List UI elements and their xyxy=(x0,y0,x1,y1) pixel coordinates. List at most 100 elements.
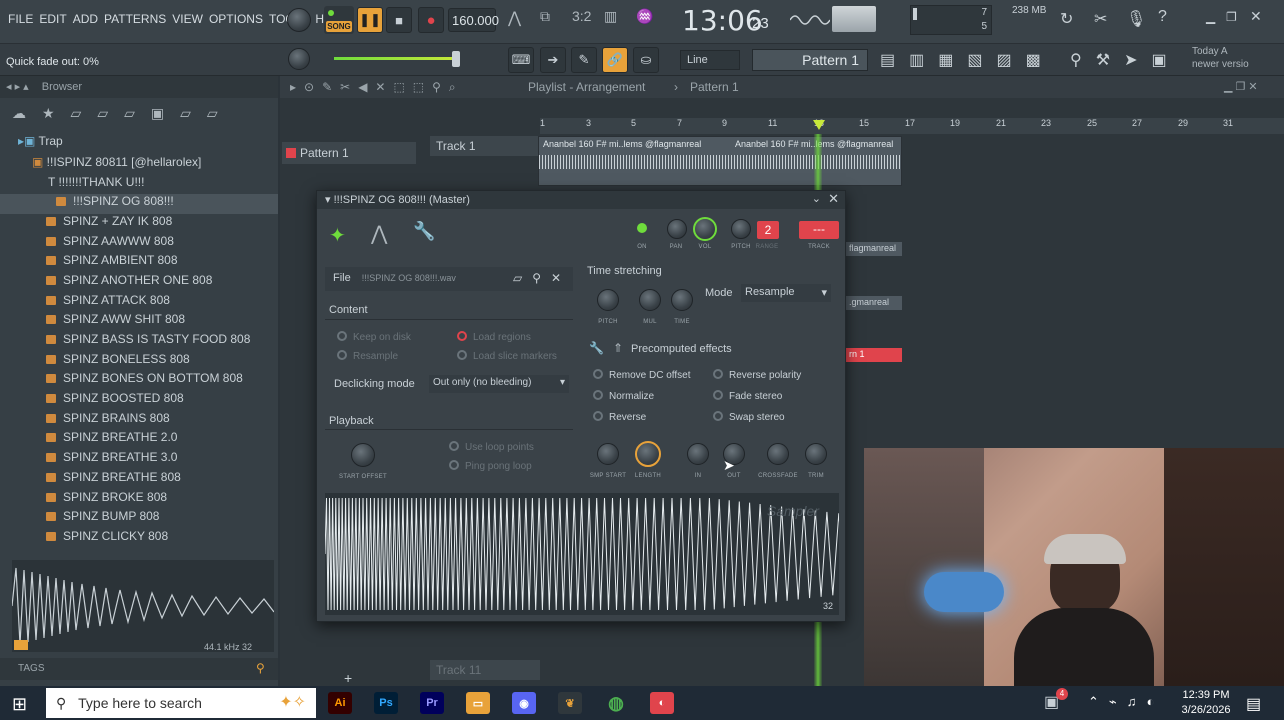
browser-item[interactable]: SPINZ BROKE 808 xyxy=(0,490,278,510)
load-slice-markers-option[interactable]: Load slice markers xyxy=(457,350,557,362)
fade-in-knob[interactable] xyxy=(687,443,709,465)
restore-icon[interactable]: ❐ xyxy=(1226,10,1237,24)
slider-handle[interactable] xyxy=(452,51,460,67)
arrow-button[interactable]: ➔ xyxy=(540,47,566,73)
master-volume-knob[interactable] xyxy=(287,8,311,32)
sampler-envelope-tab-icon[interactable]: ⋀ xyxy=(371,221,387,246)
volume-knob[interactable] xyxy=(693,217,717,241)
wrench-icon[interactable]: 🔧 xyxy=(589,341,604,355)
on-led-icon[interactable] xyxy=(637,223,647,233)
menu-patterns[interactable]: PATTERNS xyxy=(104,12,166,26)
chrome-icon[interactable]: ◍ xyxy=(604,692,628,714)
countdown-icon[interactable]: 3:2 xyxy=(572,8,591,24)
sampler-close-icon[interactable]: ✕ xyxy=(828,191,839,207)
browser-item[interactable]: SPINZ BREATHE 3.0 xyxy=(0,450,278,470)
length-knob[interactable] xyxy=(635,441,661,467)
menu-file[interactable]: FILE xyxy=(8,12,33,26)
sampler-menu-icon[interactable]: ⌄ xyxy=(812,192,821,205)
link-button[interactable]: 🔗 xyxy=(602,47,628,73)
pattern-clip[interactable]: rn 1 xyxy=(846,348,902,362)
browser-filter-icons[interactable]: ☁★▱▱▱▣▱▱ xyxy=(0,102,278,128)
tools-icon[interactable]: ✂ xyxy=(1094,9,1107,29)
taskbar-search[interactable]: ⚲ Type here to search ✦✧ xyxy=(46,688,316,718)
illustrator-icon[interactable]: Ai xyxy=(328,692,352,714)
browser-arrows-icon[interactable]: ◂ ▸ ▴ xyxy=(6,81,29,93)
crossfade-knob[interactable] xyxy=(767,443,789,465)
start-offset-knob[interactable] xyxy=(351,443,375,467)
tempo-display[interactable]: 160.000 xyxy=(448,8,499,32)
system-tray-icons[interactable]: ⌃⌁♫◐ xyxy=(1088,694,1164,710)
browser-item[interactable]: T !!!!!!!THANK U!!! xyxy=(0,175,278,195)
browser-item-selected[interactable]: !!!SPINZ OG 808!!! xyxy=(0,194,278,214)
preview-play-marker[interactable] xyxy=(14,640,28,650)
trim-knob[interactable] xyxy=(805,443,827,465)
metronome-icon[interactable]: ⋀ xyxy=(508,8,521,28)
ts-pitch-knob[interactable] xyxy=(597,289,619,311)
browser-item[interactable]: SPINZ AMBIENT 808 xyxy=(0,253,278,273)
discord-icon[interactable]: ◉ xyxy=(512,692,536,714)
step-edit-icon[interactable]: ▥ xyxy=(604,8,617,25)
arrow-up-icon[interactable]: ⇑ xyxy=(613,341,623,355)
normalize-option[interactable]: Normalize xyxy=(593,390,654,402)
refresh-icon[interactable]: ↻ xyxy=(1060,9,1073,29)
sample-start-knob[interactable] xyxy=(597,443,619,465)
menu-options[interactable]: OPTIONS xyxy=(209,12,263,26)
taskbar-date[interactable]: 3/26/2026 xyxy=(1176,704,1236,716)
clip-side-label[interactable]: flagmanreal xyxy=(846,242,902,256)
search-icon[interactable]: ⚲ xyxy=(256,661,265,675)
audio-clip[interactable]: Ananbel 160 F# mi..lems @flagmanreal Ana… xyxy=(538,136,902,186)
close-app-icon[interactable]: ✕ xyxy=(1250,8,1262,25)
keep-on-disk-option[interactable]: Keep on disk xyxy=(337,331,411,343)
pat-song-toggle[interactable]: SONG xyxy=(324,6,354,34)
collapse-icon[interactable]: ▾ xyxy=(325,194,334,206)
snap-select[interactable]: Line xyxy=(680,50,740,70)
master-pitch-knob[interactable] xyxy=(288,48,310,70)
timeline-ruler[interactable]: 1 3 5 7 9 11 13 15 17 19 21 23 25 27 29 … xyxy=(540,118,1284,134)
browser-item[interactable]: SPINZ BONELESS 808 xyxy=(0,352,278,372)
range-value[interactable]: 2 xyxy=(757,221,779,239)
typing-keyboard-button[interactable]: ⌨ xyxy=(508,47,534,73)
windows-start-icon[interactable]: ⊞ xyxy=(12,694,27,715)
record-button[interactable]: ● xyxy=(418,7,444,33)
remove-dc-offset-option[interactable]: Remove DC offset xyxy=(593,369,691,381)
load-regions-option[interactable]: Load regions xyxy=(457,331,531,343)
browser-item[interactable]: SPINZ BREATHE 2.0 xyxy=(0,430,278,450)
browser-item[interactable]: SPINZ ANOTHER ONE 808 xyxy=(0,273,278,293)
fl-studio-icon[interactable]: ❦ xyxy=(558,692,582,714)
browser-item[interactable]: ▣ !!ISPINZ 80811 [@hellarolex] xyxy=(0,155,278,175)
edit-tool-button[interactable]: ✎ xyxy=(571,47,597,73)
taskbar-time[interactable]: 12:39 PM xyxy=(1180,689,1232,701)
browser-item[interactable]: SPINZ BREATHE 808 xyxy=(0,470,278,490)
minimize-icon[interactable]: ▁ xyxy=(1206,10,1215,24)
pattern-list-item[interactable]: Pattern 1 xyxy=(282,142,416,164)
track-11-header[interactable]: Track 11 xyxy=(430,660,540,680)
browser-item[interactable]: SPINZ BUMP 808 xyxy=(0,509,278,529)
browser-item[interactable]: SPINZ CLICKY 808 xyxy=(0,529,278,549)
resample-option[interactable]: Resample xyxy=(337,350,398,362)
browser-item[interactable]: SPINZ BOOSTED 808 xyxy=(0,391,278,411)
browser-item[interactable]: SPINZ + ZAY IK 808 xyxy=(0,214,278,234)
sampler-misc-tab-icon[interactable]: 🔧 xyxy=(413,221,435,242)
playlist-tools-icons[interactable]: ▸⊙✎✂◀✕⬚⬚⚲⌕ xyxy=(290,80,464,95)
pattern-selector[interactable]: Pattern 1 xyxy=(752,49,868,71)
microphone-icon[interactable]: 🎙 xyxy=(1126,9,1146,29)
notification-center-icon[interactable]: ▤ xyxy=(1246,694,1261,714)
browser-item[interactable]: SPINZ ATTACK 808 xyxy=(0,293,278,313)
swap-stereo-option[interactable]: Swap stereo xyxy=(713,411,785,423)
sampler-titlebar[interactable]: ▾ !!!SPINZ OG 808!!! (Master) ⌄ ✕ xyxy=(317,191,845,209)
track-1-header[interactable]: Track 1 xyxy=(430,136,540,156)
playlist-window-controls-icon[interactable]: ▁ ❐ ✕ xyxy=(1224,80,1258,93)
browser-item[interactable]: SPINZ BONES ON BOTTOM 808 xyxy=(0,371,278,391)
stop-button[interactable]: ■ xyxy=(386,7,412,33)
ts-mul-knob[interactable] xyxy=(639,289,661,311)
master-level-slider[interactable] xyxy=(334,57,458,60)
use-loop-points-option[interactable]: Use loop points xyxy=(449,441,534,453)
file-buttons-icons[interactable]: ▱⚲✕ xyxy=(513,271,571,285)
wait-input-icon[interactable]: ⧉ xyxy=(540,8,550,25)
ts-time-knob[interactable] xyxy=(671,289,693,311)
news-line2[interactable]: newer versio xyxy=(1192,59,1249,70)
file-name[interactable]: !!!SPINZ OG 808!!!.wav xyxy=(362,273,456,283)
window-buttons[interactable]: ▤▥▦▧▨▩ xyxy=(880,50,1055,70)
plugin-buttons[interactable]: ⚲⚒➤▣ xyxy=(1070,50,1181,70)
ping-pong-loop-option[interactable]: Ping pong loop xyxy=(449,460,532,472)
